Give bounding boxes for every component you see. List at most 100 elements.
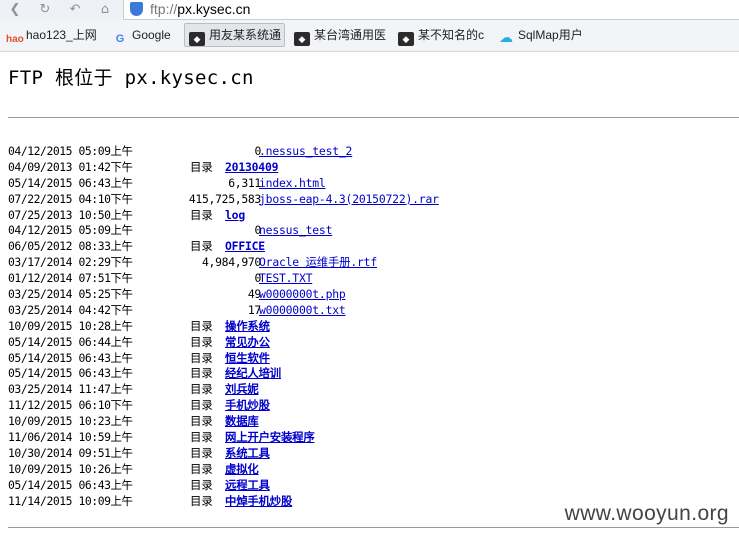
- modified-date: 10/09/2015 10:26上午: [8, 461, 133, 476]
- file-link[interactable]: TEST.TXT: [259, 271, 312, 287]
- modified-date: 03/25/2014 05:25下午: [8, 287, 133, 302]
- modified-date: 03/25/2014 04:42下午: [8, 302, 133, 317]
- file-row: 05/14/2015 06:43上午 6,311 index.html: [8, 176, 739, 192]
- directory-link[interactable]: 网上开户安装程序: [225, 430, 315, 446]
- directory-link[interactable]: 数据库: [225, 414, 259, 430]
- modified-date: 10/09/2015 10:23上午: [8, 414, 133, 429]
- directory-row: 10/30/2014 09:51上午 目录 系统工具: [8, 446, 739, 462]
- modified-date: 07/25/2013 10:50上午: [8, 207, 133, 222]
- modified-date: 10/30/2014 09:51上午: [8, 445, 133, 460]
- bookmark-taiwan[interactable]: ◆ 某台湾通用医: [290, 24, 386, 46]
- directory-row: 06/05/2012 08:33上午 目录 OFFICE: [8, 239, 739, 255]
- divider-top: [8, 117, 739, 118]
- hao123-icon: hao: [6, 34, 24, 45]
- directory-label: 目录: [190, 350, 213, 365]
- modified-date: 04/09/2013 01:42下午: [8, 159, 133, 174]
- directory-row: 11/06/2014 10:59上午 目录 网上开户安装程序: [8, 430, 739, 446]
- directory-link[interactable]: 远程工具: [225, 478, 270, 494]
- directory-row: 03/25/2014 11:47上午 目录 刘兵妮: [8, 382, 739, 398]
- modified-date: 04/12/2015 05:09上午: [8, 223, 133, 238]
- modified-date: 06/05/2012 08:33上午: [8, 239, 133, 254]
- directory-link[interactable]: 20130409: [225, 160, 278, 176]
- watermark: www.wooyun.org: [564, 502, 729, 525]
- directory-link[interactable]: 操作系统: [225, 319, 270, 335]
- directory-row: 10/09/2015 10:23上午 目录 数据库: [8, 414, 739, 430]
- directory-row: 05/14/2015 06:44上午 目录 常见办公: [8, 335, 739, 351]
- directory-label: 目录: [190, 430, 213, 445]
- directory-link[interactable]: OFFICE: [225, 239, 265, 255]
- directory-link[interactable]: 经纪人培训: [225, 366, 281, 382]
- shield-icon: [130, 2, 143, 16]
- url-text: ftp://px.kysec.cn: [150, 1, 251, 17]
- address-bar[interactable]: ftp://px.kysec.cn: [123, 0, 739, 20]
- favicon-icon: ◆: [398, 32, 414, 46]
- directory-label: 目录: [190, 239, 213, 254]
- modified-date: 03/17/2014 02:29下午: [8, 255, 133, 270]
- bookmark-unknown[interactable]: ◆ 某不知名的c: [394, 24, 484, 46]
- directory-link[interactable]: 手机炒股: [225, 398, 270, 414]
- directory-row: 04/09/2013 01:42下午 目录 20130409: [8, 160, 739, 176]
- directory-label: 目录: [190, 414, 213, 429]
- modified-date: 05/14/2015 06:43上午: [8, 175, 133, 190]
- file-row: 01/12/2014 07:51下午 0 TEST.TXT: [8, 271, 739, 287]
- file-row: 04/12/2015 05:09上午 0 nessus_test: [8, 223, 739, 239]
- directory-label: 目录: [190, 477, 213, 492]
- directory-link[interactable]: 虚拟化: [225, 462, 259, 478]
- file-row: 03/25/2014 05:25下午 49 w0000000t.php: [8, 287, 739, 303]
- modified-date: 10/09/2015 10:28上午: [8, 318, 133, 333]
- modified-date: 05/14/2015 06:43上午: [8, 366, 133, 381]
- file-link[interactable]: jboss-eap-4.3(20150722).rar: [259, 192, 439, 208]
- bookmarks-bar: hao hao123_上网 G Google ◆ 用友某系统通 ◆ 某台湾通用医 ◆ 某不…: [0, 20, 739, 52]
- file-size: 6,311: [228, 175, 261, 190]
- directory-link[interactable]: 恒生软件: [225, 351, 270, 367]
- modified-date: 11/06/2014 10:59上午: [8, 430, 133, 445]
- directory-link[interactable]: 常见办公: [225, 335, 270, 351]
- directory-row: 11/12/2015 06:10下午 目录 手机炒股: [8, 398, 739, 414]
- file-link[interactable]: w0000000t.php: [259, 287, 346, 303]
- bookmark-yonyou[interactable]: ◆ 用友某系统通: [184, 23, 286, 47]
- home-icon[interactable]: ⌂: [96, 1, 114, 19]
- undo-icon[interactable]: ↶: [66, 1, 84, 19]
- modified-date: 05/14/2015 06:43上午: [8, 477, 133, 492]
- browser-toolbar: ❮ ↻ ↶ ⌂ ftp://px.kysec.cn: [0, 0, 739, 20]
- directory-label: 目录: [190, 398, 213, 413]
- file-row: 04/12/2015 05:09上午 0 .nessus_test_2: [8, 144, 739, 160]
- directory-label: 目录: [190, 159, 213, 174]
- forward-icon[interactable]: ↻: [36, 1, 54, 19]
- ftp-listing: 04/12/2015 05:09上午 0 .nessus_test_2 04/09/2…: [8, 144, 739, 509]
- directory-row: 10/09/2015 10:26上午 目录 虚拟化: [8, 462, 739, 478]
- modified-date: 11/14/2015 10:09上午: [8, 493, 133, 508]
- cloud-icon: ☁: [499, 29, 513, 45]
- file-link[interactable]: index.html: [259, 176, 326, 192]
- directory-label: 目录: [190, 445, 213, 460]
- bookmark-google[interactable]: G Google: [108, 24, 171, 46]
- modified-date: 05/14/2015 06:43上午: [8, 350, 133, 365]
- directory-link[interactable]: log: [225, 208, 245, 224]
- directory-row: 05/14/2015 06:43上午 目录 经纪人培训: [8, 366, 739, 382]
- directory-label: 目录: [190, 318, 213, 333]
- bookmark-sqlmap[interactable]: ☁ SqlMap用户: [494, 24, 583, 46]
- directory-label: 目录: [190, 493, 213, 508]
- modified-date: 07/22/2015 04:10下午: [8, 191, 133, 206]
- favicon-icon: ◆: [189, 32, 205, 46]
- directory-row: 05/14/2015 06:43上午 目录 远程工具: [8, 478, 739, 494]
- file-link[interactable]: .nessus_test_2: [259, 144, 352, 160]
- back-icon[interactable]: ❮: [6, 1, 24, 19]
- divider-bottom: [8, 527, 739, 528]
- directory-label: 目录: [190, 366, 213, 381]
- file-link[interactable]: w0000000t.txt: [259, 303, 346, 319]
- page-title: FTP 根位于 px.kysec.cn: [8, 67, 254, 89]
- directory-link[interactable]: 刘兵妮: [225, 382, 259, 398]
- directory-link[interactable]: 系统工具: [225, 446, 270, 462]
- favicon-icon: ◆: [294, 32, 310, 46]
- file-row: 07/22/2015 04:10下午 415,725,583 jboss-eap-4…: [8, 192, 739, 208]
- directory-label: 目录: [190, 207, 213, 222]
- file-row: 03/25/2014 04:42下午 17 w0000000t.txt: [8, 303, 739, 319]
- modified-date: 04/12/2015 05:09上午: [8, 144, 133, 158]
- file-link[interactable]: nessus_test: [259, 223, 332, 239]
- google-icon: G: [115, 33, 125, 45]
- directory-link[interactable]: 中焯手机炒股: [225, 494, 292, 510]
- file-link[interactable]: Oracle 运维手册.rtf: [259, 255, 377, 271]
- bookmark-hao123[interactable]: hao hao123_上网: [2, 24, 97, 46]
- file-row: 03/17/2014 02:29下午 4,984,970 Oracle 运维手册.r…: [8, 255, 739, 271]
